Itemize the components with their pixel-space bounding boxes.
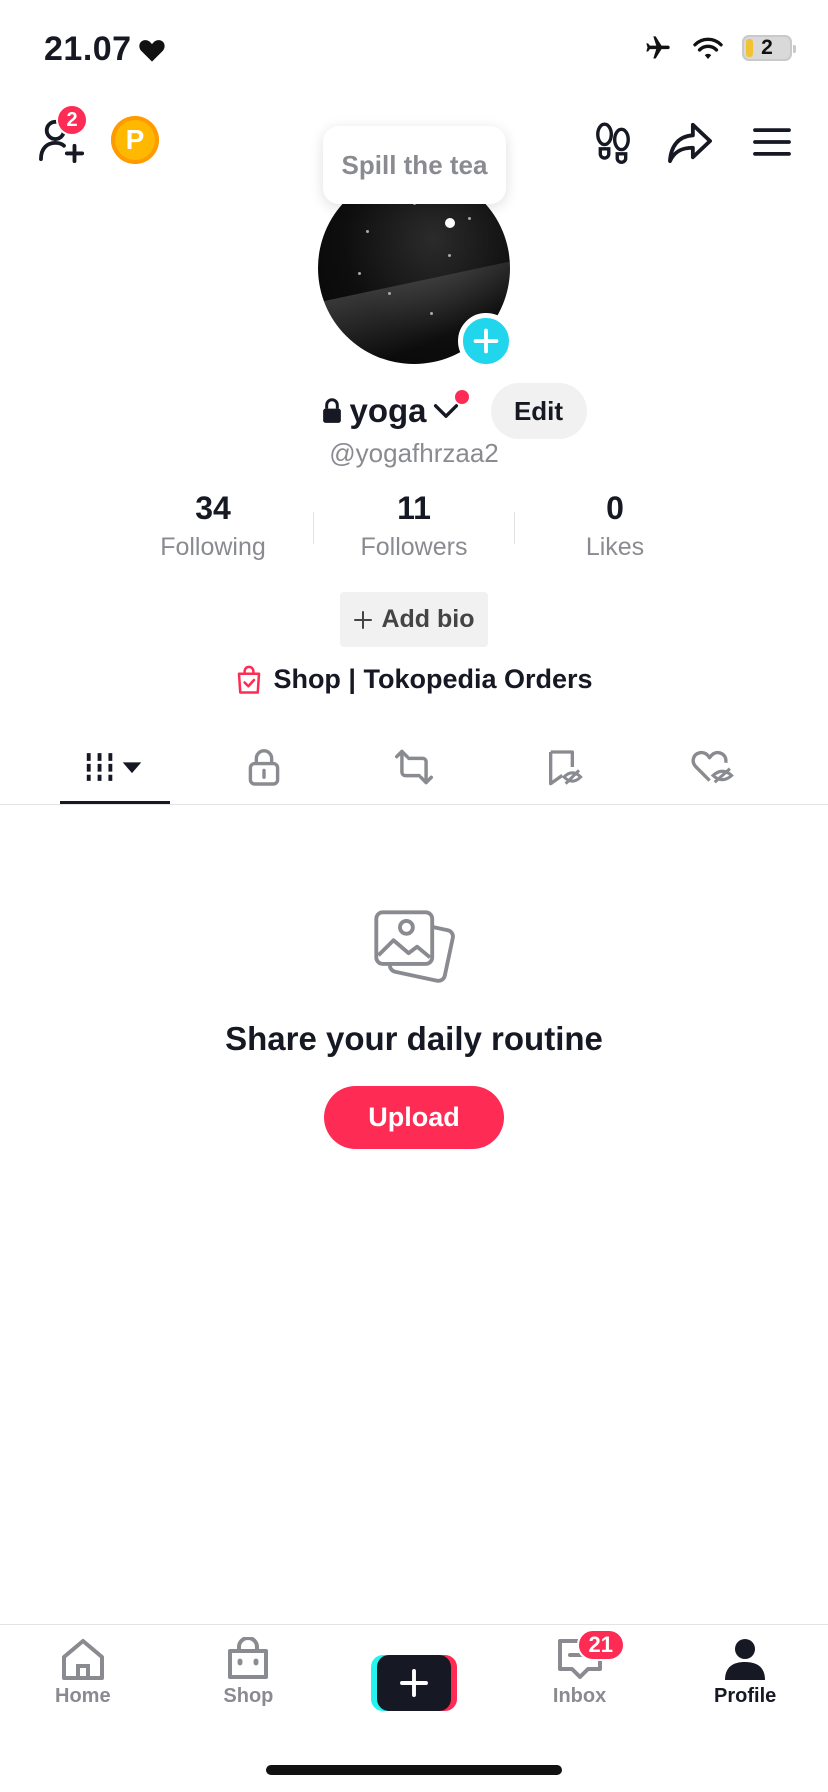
user-handle: @yogafhrzaa2 — [329, 438, 499, 468]
empty-state-graphic — [372, 908, 458, 999]
footprints-icon — [596, 122, 630, 164]
nav-inbox[interactable]: Inbox 21 — [497, 1625, 663, 1725]
menu-icon — [753, 128, 791, 156]
stat-label: Likes — [585, 533, 645, 561]
status-icons: 2 — [642, 34, 796, 62]
stat-label: Following — [160, 533, 266, 561]
nav-label: Inbox — [552, 1685, 607, 1707]
notification-dot — [454, 390, 469, 404]
bookmark-hidden-icon — [548, 750, 583, 786]
nav-label: Home — [55, 1685, 111, 1707]
shopping-bag-icon — [238, 665, 261, 694]
repost-icon — [394, 749, 433, 785]
edit-profile-button[interactable]: Edit — [490, 383, 587, 439]
add-story-button[interactable] — [458, 313, 514, 369]
empty-state-title: Share your daily routine — [225, 1020, 603, 1057]
tab-liked[interactable] — [638, 730, 788, 804]
stat-value: 34 — [195, 490, 231, 526]
tab-videos[interactable] — [40, 730, 190, 804]
nav-shop[interactable]: Shop — [166, 1625, 332, 1725]
gallery-icon — [374, 910, 455, 983]
note-tooltip[interactable]: Spill the tea — [323, 126, 506, 204]
stat-label: Followers — [360, 533, 468, 561]
tab-reposts[interactable] — [339, 730, 489, 804]
upload-button[interactable]: Upload — [324, 1086, 504, 1149]
name-row: yoga Edit — [0, 383, 828, 439]
tabs-divider — [0, 804, 828, 805]
plus-icon — [473, 328, 499, 354]
stat-likes[interactable]: 0 Likes — [515, 490, 715, 562]
note-text: Spill the tea — [341, 149, 488, 180]
plus-icon — [354, 610, 373, 629]
account-switcher[interactable]: yoga — [321, 390, 469, 430]
content-tabs — [40, 730, 788, 804]
coin-letter: P — [125, 124, 145, 155]
nav-create[interactable] — [331, 1625, 497, 1725]
create-button[interactable] — [370, 1655, 457, 1711]
lock-icon — [249, 749, 280, 786]
stat-value: 11 — [397, 490, 431, 526]
add-bio-label: Add bio — [381, 605, 475, 633]
stat-following[interactable]: 34 Following — [113, 490, 313, 562]
inbox-badge: 21 — [576, 1629, 625, 1661]
lock-icon — [323, 398, 342, 423]
nav-label: Profile — [714, 1685, 777, 1707]
shop-icon — [228, 1637, 269, 1679]
tooltip-tail-dot — [445, 218, 455, 228]
battery-indicator: 2 — [742, 35, 796, 61]
profile-views-button[interactable] — [588, 116, 638, 168]
airplane-icon — [646, 36, 670, 59]
shop-orders-link[interactable]: Shop | Tokopedia Orders — [0, 664, 828, 695]
home-indicator — [266, 1765, 562, 1775]
battery-level: 2 — [761, 36, 773, 59]
nav-label: Shop — [223, 1685, 274, 1707]
coins-button[interactable]: P — [111, 116, 159, 164]
stat-value: 0 — [606, 490, 624, 526]
grid-icon — [86, 753, 142, 781]
plus-icon — [400, 1669, 428, 1697]
home-icon — [61, 1639, 104, 1680]
menu-button[interactable] — [746, 116, 798, 168]
stat-followers[interactable]: 11 Followers — [314, 490, 514, 562]
username: yoga — [349, 392, 427, 429]
friends-badge: 2 — [56, 104, 88, 136]
wifi-icon — [693, 37, 723, 60]
stats-row: 34 Following 11 Followers 0 Likes — [0, 490, 828, 562]
heart-icon — [138, 39, 165, 62]
tab-favorites[interactable] — [489, 730, 639, 804]
heart-hidden-icon — [691, 750, 735, 784]
shop-link-label: Shop | Tokopedia Orders — [273, 664, 593, 694]
profile-icon — [725, 1639, 766, 1680]
nav-home[interactable]: Home — [0, 1625, 166, 1725]
nav-profile[interactable]: Profile — [662, 1625, 828, 1725]
time-text: 21.07 — [44, 30, 132, 68]
chevron-down-icon — [433, 404, 458, 418]
add-friends-button[interactable]: 2 — [30, 104, 96, 168]
share-profile-button[interactable] — [664, 116, 716, 168]
tab-private[interactable] — [190, 730, 340, 804]
share-icon — [668, 122, 712, 163]
bottom-nav: Home Shop Inbox 21 Profile — [0, 1625, 828, 1725]
add-bio-button[interactable]: Add bio — [340, 592, 488, 647]
status-time: 21.07 — [44, 30, 166, 69]
